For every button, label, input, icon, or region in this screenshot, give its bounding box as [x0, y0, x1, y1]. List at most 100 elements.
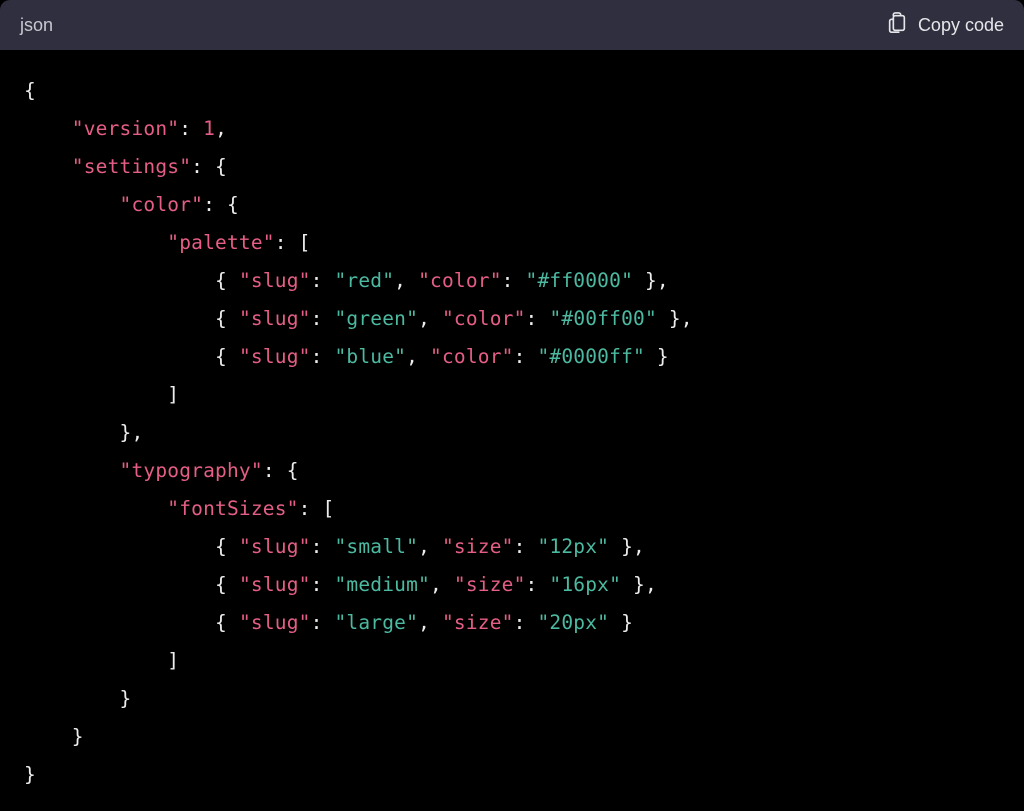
token-punct: , — [394, 269, 418, 292]
token-str: "red" — [334, 269, 394, 292]
code-line: { — [24, 79, 36, 102]
token-punct: , — [215, 117, 227, 140]
token-punct: { — [215, 535, 239, 558]
token-punct: { — [215, 307, 239, 330]
token-num: 1 — [203, 117, 215, 140]
code-line: { "slug": "medium", "size": "16px" }, — [24, 573, 657, 596]
code-line: } — [24, 763, 36, 786]
token-key: "size" — [442, 611, 514, 634]
token-punct: }, — [633, 269, 669, 292]
token-punct: : — [311, 269, 335, 292]
token-str: "green" — [334, 307, 418, 330]
code-line: { "slug": "blue", "color": "#0000ff" } — [24, 345, 669, 368]
code-line: "fontSizes": [ — [24, 497, 334, 520]
token-punct: { — [215, 345, 239, 368]
token-punct: , — [418, 611, 442, 634]
token-punct: : — [311, 345, 335, 368]
token-key: "slug" — [239, 535, 311, 558]
code-line: "palette": [ — [24, 231, 311, 254]
token-punct: : — [514, 345, 538, 368]
token-punct: , — [430, 573, 454, 596]
token-key: "size" — [454, 573, 526, 596]
token-str: "20px" — [537, 611, 609, 634]
token-key: "slug" — [239, 573, 311, 596]
token-punct: : [ — [275, 231, 311, 254]
token-key: "size" — [442, 535, 514, 558]
token-punct: , — [406, 345, 430, 368]
token-key: "color" — [442, 307, 526, 330]
token-punct: } — [72, 725, 84, 748]
code-line: "version": 1, — [24, 117, 227, 140]
code-line: { "slug": "green", "color": "#00ff00" }, — [24, 307, 693, 330]
token-str: "large" — [334, 611, 418, 634]
code-line: } — [24, 687, 131, 710]
token-punct: : — [311, 573, 335, 596]
token-punct: : — [526, 307, 550, 330]
token-punct: : — [502, 269, 526, 292]
token-punct: }, — [621, 573, 657, 596]
token-punct: }, — [657, 307, 693, 330]
token-str: "#0000ff" — [537, 345, 644, 368]
code-body[interactable]: { "version": 1, "settings": { "color": {… — [0, 50, 1024, 811]
token-punct: : [ — [299, 497, 335, 520]
token-punct: : { — [191, 155, 227, 178]
token-str: "#00ff00" — [549, 307, 656, 330]
language-label: json — [20, 15, 53, 36]
token-punct: } — [120, 687, 132, 710]
code-block-header: json Copy code — [0, 0, 1024, 50]
token-str: "blue" — [334, 345, 406, 368]
token-punct: { — [215, 269, 239, 292]
clipboard-icon — [886, 12, 908, 39]
token-key: "slug" — [239, 269, 311, 292]
token-punct: : { — [203, 193, 239, 216]
token-key: "fontSizes" — [167, 497, 298, 520]
code-line: "settings": { — [24, 155, 227, 178]
token-punct: { — [215, 611, 239, 634]
code-line: "typography": { — [24, 459, 299, 482]
token-str: "small" — [334, 535, 418, 558]
token-str: "#ff0000" — [526, 269, 633, 292]
code-line: } — [24, 725, 84, 748]
code-line: ] — [24, 383, 179, 406]
code-block: json Copy code { "version": 1, "settings… — [0, 0, 1024, 811]
code-line: ] — [24, 649, 179, 672]
token-punct: ] — [167, 383, 179, 406]
code-line: { "slug": "red", "color": "#ff0000" }, — [24, 269, 669, 292]
token-key: "typography" — [120, 459, 263, 482]
code-line: { "slug": "small", "size": "12px" }, — [24, 535, 645, 558]
token-str: "medium" — [334, 573, 430, 596]
token-key: "settings" — [72, 155, 191, 178]
token-key: "version" — [72, 117, 179, 140]
token-str: "12px" — [537, 535, 609, 558]
token-punct: : — [179, 117, 203, 140]
token-punct: ] — [167, 649, 179, 672]
token-punct: }, — [120, 421, 144, 444]
token-punct: : — [514, 535, 538, 558]
token-punct: : { — [263, 459, 299, 482]
token-punct: } — [609, 611, 633, 634]
token-punct: : — [311, 611, 335, 634]
token-punct: } — [24, 763, 36, 786]
token-punct: : — [311, 307, 335, 330]
token-punct: , — [418, 535, 442, 558]
token-key: "color" — [418, 269, 502, 292]
token-key: "slug" — [239, 611, 311, 634]
token-key: "color" — [120, 193, 204, 216]
code-line: { "slug": "large", "size": "20px" } — [24, 611, 633, 634]
token-punct: , — [418, 307, 442, 330]
token-key: "color" — [430, 345, 514, 368]
code-line: }, — [24, 421, 143, 444]
code-line: "color": { — [24, 193, 239, 216]
token-key: "slug" — [239, 345, 311, 368]
token-key: "palette" — [167, 231, 274, 254]
token-punct: : — [311, 535, 335, 558]
token-punct: : — [514, 611, 538, 634]
token-punct: } — [645, 345, 669, 368]
copy-code-button[interactable]: Copy code — [886, 12, 1004, 39]
token-punct: }, — [609, 535, 645, 558]
token-str: "16px" — [549, 573, 621, 596]
token-key: "slug" — [239, 307, 311, 330]
token-punct: { — [24, 79, 36, 102]
token-punct: : — [526, 573, 550, 596]
token-punct: { — [215, 573, 239, 596]
